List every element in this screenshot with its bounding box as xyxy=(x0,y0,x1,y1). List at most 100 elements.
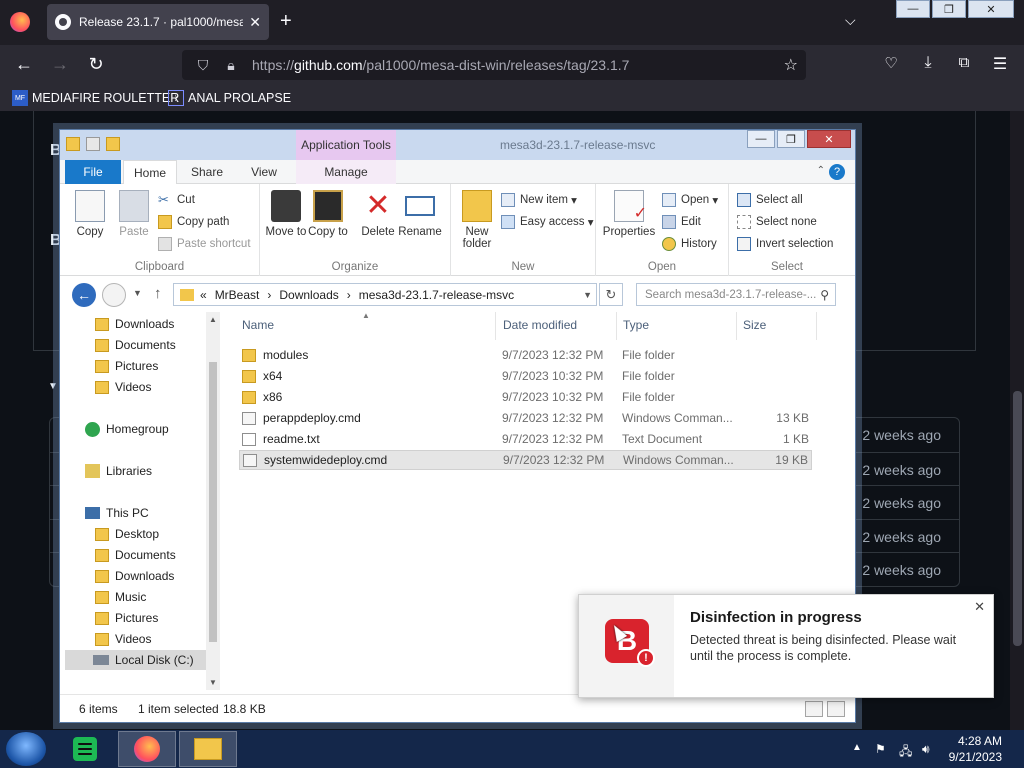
nav-item-downloads-pc[interactable]: Downloads xyxy=(95,566,174,586)
maximize-button[interactable]: ❐ xyxy=(777,130,805,148)
help-icon[interactable]: ? xyxy=(829,164,845,180)
scrollbar-thumb[interactable] xyxy=(1013,391,1022,646)
column-divider[interactable] xyxy=(816,312,817,340)
breadcrumb-item[interactable]: Downloads xyxy=(279,288,338,302)
nav-item-libraries[interactable]: Libraries xyxy=(85,461,152,481)
column-header-type[interactable]: Type xyxy=(623,318,649,332)
search-icon[interactable]: ⚲ xyxy=(820,288,829,302)
tab-manage[interactable]: Manage xyxy=(296,160,396,184)
history-button[interactable]: History xyxy=(662,234,717,254)
tab-close-icon[interactable]: ✕ xyxy=(249,14,261,31)
downloads-icon[interactable]: ⤓ xyxy=(917,54,939,72)
table-row[interactable]: x64 9/7/2023 10:32 PM File folder xyxy=(239,366,812,386)
extensions-icon[interactable]: ⧉ xyxy=(953,54,975,71)
new-folder-button[interactable]: New folder xyxy=(455,190,499,250)
nav-item-local-disk[interactable]: Local Disk (C:) xyxy=(65,650,207,670)
table-row[interactable]: perappdeploy.cmd 9/7/2023 12:32 PM Windo… xyxy=(239,408,812,428)
copy-button[interactable]: Copy xyxy=(68,190,112,238)
new-item-button[interactable]: New item ▾ xyxy=(501,190,577,210)
refresh-icon[interactable]: ↻ xyxy=(599,283,623,306)
bookmark-star-icon[interactable]: ☆ xyxy=(784,55,798,75)
nav-item-videos-pc[interactable]: Videos xyxy=(95,629,151,649)
select-all-button[interactable]: Select all xyxy=(737,190,803,210)
address-dropdown-icon[interactable]: ▼ xyxy=(583,290,592,300)
back-arrow-icon[interactable]: ← xyxy=(13,54,35,75)
easy-access-button[interactable]: Easy access ▾ xyxy=(501,212,594,232)
forward-arrow-icon[interactable] xyxy=(102,283,126,307)
firefox-icon[interactable] xyxy=(10,12,30,32)
close-button[interactable]: ✕ xyxy=(807,130,851,148)
forward-arrow-icon[interactable]: → xyxy=(49,54,71,75)
nav-item-desktop[interactable]: Desktop xyxy=(95,524,159,544)
nav-item-videos[interactable]: Videos xyxy=(95,377,151,397)
lock-icon[interactable]: 🔒︎ xyxy=(220,57,242,74)
pocket-icon[interactable]: ♡ xyxy=(880,54,902,72)
network-icon[interactable]: 🖧 xyxy=(899,742,912,763)
search-input[interactable]: Search mesa3d-23.1.7-release-... ⚲ xyxy=(636,283,836,306)
nav-item-documents-pc[interactable]: Documents xyxy=(95,545,176,565)
browser-tab-active[interactable]: Release 23.1.7 · pal1000/mesa-d ✕ xyxy=(47,4,269,40)
copy-path-button[interactable]: Copy path xyxy=(158,212,229,232)
move-to-button[interactable]: Move to xyxy=(264,190,308,238)
table-row-selected[interactable]: systemwidedeploy.cmd 9/7/2023 12:32 PM W… xyxy=(239,450,812,470)
large-icons-view-icon[interactable] xyxy=(827,701,845,717)
tab-file[interactable]: File xyxy=(65,160,121,184)
scrollbar-thumb[interactable] xyxy=(209,362,217,642)
column-header-date[interactable]: Date modified xyxy=(503,318,577,332)
menu-icon[interactable]: ☰ xyxy=(989,54,1011,74)
page-scrollbar[interactable] xyxy=(1010,111,1024,730)
reload-icon[interactable]: ↻ xyxy=(85,54,107,75)
delete-button[interactable]: ✕ Delete xyxy=(356,190,400,239)
navigation-scrollbar[interactable]: ▲ ▼ xyxy=(206,312,220,690)
taskbar-firefox[interactable] xyxy=(118,731,176,767)
cut-button[interactable]: ✂ Cut xyxy=(158,190,195,210)
open-button[interactable]: Open ▾ xyxy=(662,190,718,210)
tab-share[interactable]: Share xyxy=(182,160,232,184)
ribbon-collapse-icon[interactable]: ⌃ xyxy=(817,165,825,176)
show-hidden-icons-icon[interactable]: ▲ xyxy=(852,742,862,753)
minimize-button[interactable]: — xyxy=(747,130,775,148)
maximize-button[interactable]: ❐ xyxy=(932,0,966,18)
list-all-tabs-icon[interactable]: ⌵ xyxy=(845,12,856,29)
table-row[interactable]: readme.txt 9/7/2023 12:32 PM Text Docume… xyxy=(239,429,812,449)
system-clock[interactable]: 4:28 AM 9/21/2023 xyxy=(949,733,1002,765)
invert-selection-button[interactable]: Invert selection xyxy=(737,234,833,254)
nav-item-downloads[interactable]: Downloads xyxy=(95,314,174,334)
url-bar[interactable]: ⛉ 🔒︎ https://github.com/pal1000/mesa-dis… xyxy=(182,50,806,80)
back-arrow-icon[interactable]: ← xyxy=(72,283,96,307)
taskbar-spotify[interactable] xyxy=(56,731,114,767)
close-icon[interactable]: ✕ xyxy=(974,599,985,615)
nav-item-pictures[interactable]: Pictures xyxy=(95,356,158,376)
new-tab-button[interactable]: + xyxy=(280,10,292,33)
tab-home[interactable]: Home xyxy=(123,160,177,185)
column-header-size[interactable]: Size xyxy=(743,318,766,332)
nav-item-music[interactable]: Music xyxy=(95,587,146,607)
new-folder-quick-icon[interactable] xyxy=(106,137,120,151)
action-center-flag-icon[interactable]: ⚑ xyxy=(875,742,886,756)
breadcrumb-separator-icon[interactable]: › xyxy=(347,288,351,302)
recent-locations-icon[interactable]: ▼ xyxy=(133,288,142,298)
tab-view[interactable]: View xyxy=(240,160,288,184)
address-bar[interactable]: « MrBeast › Downloads › mesa3d-23.1.7-re… xyxy=(173,283,597,306)
table-row[interactable]: modules 9/7/2023 12:32 PM File folder xyxy=(239,345,812,365)
rename-button[interactable]: Rename xyxy=(398,190,442,238)
copy-to-button[interactable]: Copy to xyxy=(306,190,350,238)
table-row[interactable]: x86 9/7/2023 10:32 PM File folder xyxy=(239,387,812,407)
bookmark-second[interactable]: ⟩ ANAL PROLAPSE xyxy=(168,90,291,106)
scroll-up-icon[interactable]: ▲ xyxy=(209,315,217,324)
minimize-button[interactable]: — xyxy=(896,0,930,18)
edit-button[interactable]: Edit xyxy=(662,212,701,232)
nav-item-homegroup[interactable]: Homegroup xyxy=(85,419,169,439)
properties-quick-icon[interactable] xyxy=(86,137,100,151)
column-divider[interactable] xyxy=(495,312,496,340)
expand-caret-icon[interactable]: ▼ xyxy=(48,381,58,392)
bookmark-mediafire[interactable]: MF MEDIAFIRE ROULETTER xyxy=(12,90,179,106)
column-divider[interactable] xyxy=(616,312,617,340)
start-button[interactable] xyxy=(6,732,46,766)
column-header-name[interactable]: Name xyxy=(242,318,274,332)
paste-button[interactable]: Paste xyxy=(112,190,156,238)
scroll-down-icon[interactable]: ▼ xyxy=(209,678,217,687)
paste-shortcut-button[interactable]: Paste shortcut xyxy=(158,234,251,254)
breadcrumb-separator-icon[interactable]: › xyxy=(267,288,271,302)
column-divider[interactable] xyxy=(736,312,737,340)
